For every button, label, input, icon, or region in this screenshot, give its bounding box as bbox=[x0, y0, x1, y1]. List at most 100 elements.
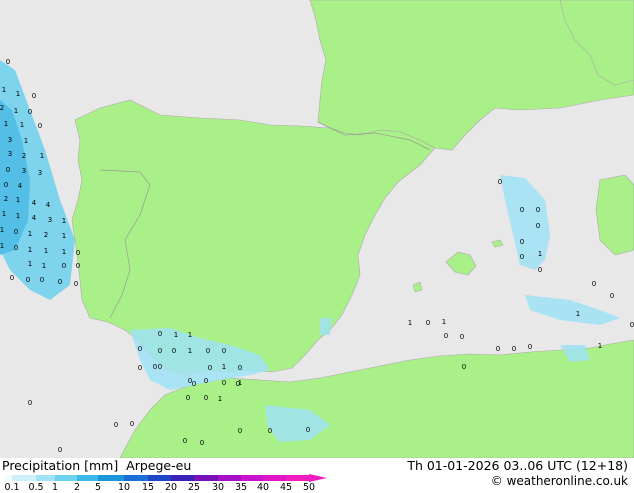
legend-tick-label: 20 bbox=[164, 482, 178, 493]
precip-value: 0 bbox=[14, 228, 18, 236]
precip-value: 0 bbox=[183, 437, 187, 445]
credit: © weatheronline.co.uk bbox=[490, 474, 628, 488]
legend-swatch bbox=[124, 475, 148, 481]
precip-value: 0 bbox=[204, 377, 208, 385]
precip-value: 0 bbox=[130, 420, 134, 428]
legend-tick-label: 0.1 bbox=[4, 482, 20, 493]
precip-value: 0 bbox=[158, 347, 162, 355]
precip-value: 0 bbox=[38, 122, 42, 130]
precip-value: 0 bbox=[158, 363, 162, 371]
precip-value: 1 bbox=[44, 247, 48, 255]
legend-tick-label: 45 bbox=[279, 482, 293, 493]
precip-value: 1 bbox=[4, 120, 8, 128]
precip-value: 3 bbox=[38, 169, 42, 177]
precip-value: 1 bbox=[28, 260, 32, 268]
precip-value: 0 bbox=[4, 181, 8, 189]
precip-value: 0 bbox=[62, 262, 66, 270]
precip-value: 4 bbox=[18, 182, 23, 190]
precip-value: 0 bbox=[206, 347, 210, 355]
precip-value: 1 bbox=[20, 121, 24, 129]
precip-value: 0 bbox=[10, 274, 14, 282]
precip-value: 0 bbox=[200, 439, 204, 447]
precip-value: 1 bbox=[0, 242, 4, 250]
precip-value: 2 bbox=[4, 195, 8, 203]
precip-value: 1 bbox=[408, 319, 412, 327]
product-title: Precipitation [mm] bbox=[2, 458, 119, 473]
valid-time: Th 01-01-2026 03..06 UTC (12+18) bbox=[407, 458, 628, 473]
precip-value: 0 bbox=[138, 364, 142, 372]
map-title: Precipitation [mm] Arpege-eu bbox=[2, 458, 191, 473]
legend-tick-label: 50 bbox=[302, 482, 316, 493]
legend-tick-label: 1 bbox=[51, 482, 59, 493]
precip-value: 0 bbox=[192, 380, 196, 388]
precip-value: 1 bbox=[222, 363, 226, 371]
legend-tick-label: 10 bbox=[117, 482, 131, 493]
precip-value: 0 bbox=[238, 364, 242, 372]
precip-value: 1 bbox=[174, 331, 178, 339]
precip-value: 0 bbox=[520, 253, 524, 261]
precip-value: 0 bbox=[204, 394, 208, 402]
precip-value: 0 bbox=[630, 321, 634, 329]
precip-value: 1 bbox=[538, 250, 542, 258]
precip-value: 1 bbox=[218, 395, 222, 403]
precip-value: 0 bbox=[610, 292, 614, 300]
precip-value: 0 bbox=[14, 244, 18, 252]
precip-value: 0 bbox=[158, 330, 162, 338]
precip-value: 0 bbox=[460, 333, 464, 341]
legend-swatch bbox=[4, 475, 12, 481]
legend-tick-label: 5 bbox=[94, 482, 102, 493]
precip-value: 3 bbox=[48, 216, 52, 224]
precip-value: 1 bbox=[62, 248, 66, 256]
precip-value: 0 bbox=[592, 280, 596, 288]
precip-value: 1 bbox=[0, 226, 4, 234]
precip-value: 0 bbox=[114, 421, 118, 429]
precip-value: 0 bbox=[536, 222, 540, 230]
precip-value: 1 bbox=[42, 262, 46, 270]
precip-value: 1 bbox=[598, 342, 602, 350]
legend-swatch bbox=[263, 475, 286, 481]
legend-swatch bbox=[77, 475, 98, 481]
legend-tick-label: 40 bbox=[256, 482, 270, 493]
legend-swatch bbox=[36, 475, 55, 481]
precip-value: 1 bbox=[62, 217, 66, 225]
legend-tick-label: 0.5 bbox=[28, 482, 44, 493]
legend-tick-label: 25 bbox=[187, 482, 201, 493]
precip-value: 1 bbox=[62, 232, 66, 240]
legend-swatch bbox=[286, 475, 309, 481]
precip-value: 1 bbox=[16, 212, 20, 220]
precip-value: 3 bbox=[22, 167, 26, 175]
precip-value: 0 bbox=[26, 276, 30, 284]
precip-value: 4 bbox=[46, 201, 51, 209]
precip-value: 0 bbox=[426, 319, 430, 327]
precip-value: 0 bbox=[498, 178, 502, 186]
precip-value: 0 bbox=[520, 206, 524, 214]
precip-value: 1 bbox=[188, 347, 192, 355]
precip-value: 0 bbox=[222, 379, 226, 387]
legend-swatch bbox=[12, 475, 36, 481]
precip-value: 1 bbox=[28, 246, 32, 254]
precip-value: 0 bbox=[172, 347, 176, 355]
precip-value: 0 bbox=[462, 363, 466, 371]
precip-value: 0 bbox=[520, 238, 524, 246]
precip-value: 1 bbox=[16, 196, 20, 204]
legend-swatch bbox=[148, 475, 171, 481]
precip-value: 0 bbox=[186, 394, 190, 402]
legend-swatch bbox=[98, 475, 124, 481]
precip-value: 0 bbox=[222, 347, 226, 355]
precip-value: 4 bbox=[32, 214, 37, 222]
precip-value: 1 bbox=[24, 137, 28, 145]
legend-swatch bbox=[241, 475, 263, 481]
precip-value: 0 bbox=[58, 278, 62, 286]
legend-tick-label: 2 bbox=[73, 482, 81, 493]
precip-value: 0 bbox=[208, 364, 212, 372]
precip-value: 2 bbox=[0, 104, 4, 112]
legend-swatch bbox=[218, 475, 241, 481]
precip-value: 0 bbox=[40, 276, 44, 284]
legend-swatch bbox=[55, 475, 77, 481]
precip-value: 0 bbox=[538, 266, 542, 274]
precip-value: 0 bbox=[512, 345, 516, 353]
precip-value: 0 bbox=[496, 345, 500, 353]
precip-value: 0 bbox=[28, 108, 32, 116]
precip-value: 0 bbox=[76, 262, 80, 270]
precip-value: 0 bbox=[153, 363, 157, 371]
